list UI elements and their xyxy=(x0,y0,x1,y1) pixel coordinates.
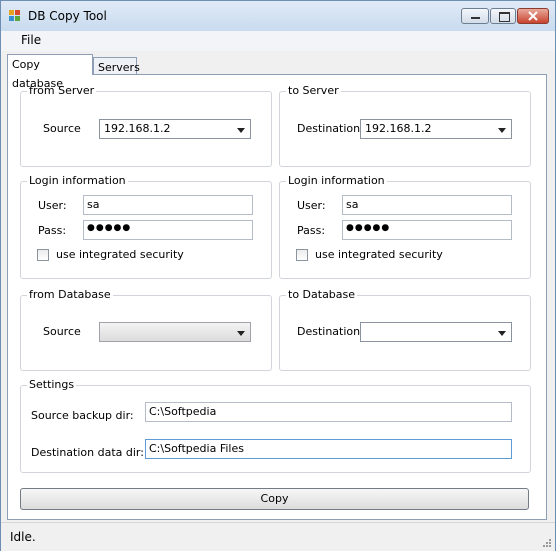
copy-database-panel: from Server Source 192.168.1.2 to Server… xyxy=(7,74,547,520)
login-right-pass-input[interactable]: ●●●●● xyxy=(342,220,512,240)
login-right-integrated-checkbox[interactable] xyxy=(296,249,308,261)
data-dir-input[interactable]: C:\Softpedia Files xyxy=(145,439,512,459)
source-server-label: Source xyxy=(43,122,81,135)
menu-bar: File xyxy=(1,31,555,51)
login-left-pass-label: Pass: xyxy=(38,224,67,237)
copy-button[interactable]: Copy xyxy=(20,488,529,510)
status-bar: Idle. xyxy=(1,522,555,551)
from-database-group: from Database Source xyxy=(20,288,272,371)
login-right-pass-label: Pass: xyxy=(297,224,326,237)
login-right-user-label: User: xyxy=(297,199,326,212)
login-right-user-input[interactable]: sa xyxy=(342,195,512,215)
to-server-group: to Server Destination 192.168.1.2 xyxy=(279,84,531,167)
from-server-group: from Server Source 192.168.1.2 xyxy=(20,84,272,167)
close-icon xyxy=(528,11,538,21)
tab-copy-database[interactable]: Copy database xyxy=(7,54,93,90)
settings-title: Settings xyxy=(27,378,77,391)
from-database-title: from Database xyxy=(27,288,113,301)
settings-group: Settings Source backup dir: C:\Softpedia… xyxy=(20,378,531,473)
resize-grip-icon[interactable] xyxy=(541,537,551,547)
status-text: Idle. xyxy=(10,530,36,544)
login-left-title: Login information xyxy=(27,174,128,187)
close-button[interactable] xyxy=(517,8,549,24)
app-window: DB Copy Tool File Copy database Servers … xyxy=(0,0,556,551)
login-right-title: Login information xyxy=(286,174,387,187)
source-database-label: Source xyxy=(43,325,81,338)
menu-file[interactable]: File xyxy=(21,33,41,47)
to-database-title: to Database xyxy=(286,288,358,301)
login-left-user-input[interactable]: sa xyxy=(83,195,253,215)
login-left-pass-input[interactable]: ●●●●● xyxy=(83,220,253,240)
minimize-button[interactable] xyxy=(461,8,489,24)
chevron-down-icon xyxy=(498,128,506,133)
source-database-select[interactable] xyxy=(99,322,251,342)
window-title: DB Copy Tool xyxy=(28,9,107,23)
title-bar[interactable]: DB Copy Tool xyxy=(1,1,555,31)
chevron-down-icon xyxy=(237,128,245,133)
app-icon xyxy=(9,10,21,22)
login-right-integrated-label[interactable]: use integrated security xyxy=(315,248,443,261)
to-database-group: to Database Destination xyxy=(279,288,531,371)
destination-server-value: 192.168.1.2 xyxy=(365,122,432,135)
to-server-title: to Server xyxy=(286,84,341,97)
login-right-group: Login information User: sa Pass: ●●●●● u… xyxy=(279,174,531,279)
destination-database-label: Destination xyxy=(297,325,361,338)
login-left-integrated-checkbox[interactable] xyxy=(37,249,49,261)
chevron-down-icon xyxy=(237,331,245,336)
destination-server-label: Destination xyxy=(297,122,361,135)
login-left-integrated-label[interactable]: use integrated security xyxy=(56,248,184,261)
destination-server-select[interactable]: 192.168.1.2 xyxy=(360,119,512,139)
data-dir-label: Destination data dir: xyxy=(31,446,144,459)
backup-dir-label: Source backup dir: xyxy=(31,409,134,422)
chevron-down-icon xyxy=(498,331,506,336)
backup-dir-input[interactable]: C:\Softpedia xyxy=(145,402,512,422)
destination-database-select[interactable] xyxy=(360,322,512,342)
login-left-group: Login information User: sa Pass: ●●●●● u… xyxy=(20,174,272,279)
login-left-user-label: User: xyxy=(38,199,67,212)
source-server-select[interactable]: 192.168.1.2 xyxy=(99,119,251,139)
minimize-icon xyxy=(471,17,480,19)
maximize-button[interactable] xyxy=(490,8,516,24)
maximize-icon xyxy=(499,12,510,22)
source-server-value: 192.168.1.2 xyxy=(104,122,171,135)
